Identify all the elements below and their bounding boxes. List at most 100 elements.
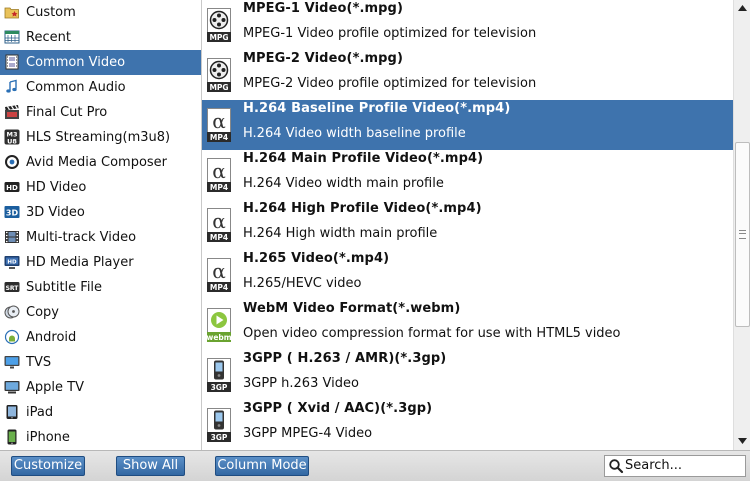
category-list: Custom Recent Common Video Common Audio Fina… — [0, 0, 202, 450]
category-item-custom[interactable]: Custom — [0, 0, 201, 25]
format-title: WebM Video Format(*.webm) — [243, 301, 461, 316]
scroll-down-arrow-icon[interactable] — [735, 434, 749, 448]
svg-text:α: α — [212, 259, 226, 283]
format-item-3gpp-h-263-amr-3gp[interactable]: 3GP 3GPP ( H.263 / AMR)(*.3gp) 3GPP h.263 … — [202, 350, 733, 400]
category-label: HD Media Player — [26, 255, 134, 270]
format-title: 3GPP ( H.263 / AMR)(*.3gp) — [243, 351, 447, 366]
scrollbar-grip-icon — [739, 230, 746, 239]
category-label: HLS Streaming(m3u8) — [26, 130, 171, 145]
svg-text:U8: U8 — [7, 137, 17, 145]
format-description: Open video compression format for use wi… — [243, 326, 621, 341]
category-item-recent[interactable]: Recent — [0, 25, 201, 50]
apple-tv-icon — [4, 379, 20, 395]
format-item-h-265-video-mp4[interactable]: α MP4 H.265 Video(*.mp4) H.265/HEVC video — [202, 250, 733, 300]
category-item-hls-streaming-m3u8[interactable]: M3 U8 HLS Streaming(m3u8) — [0, 125, 201, 150]
category-item-iphone[interactable]: iPhone — [0, 425, 201, 450]
category-item-tvs[interactable]: TVS — [0, 350, 201, 375]
category-item-common-video[interactable]: Common Video — [0, 50, 201, 75]
format-title: H.264 High Profile Video(*.mp4) — [243, 201, 482, 216]
scroll-up-arrow-icon[interactable] — [735, 1, 749, 15]
search-icon — [609, 459, 624, 474]
format-title: H.264 Main Profile Video(*.mp4) — [243, 151, 484, 166]
format-description: MPEG-2 Video profile optimized for telev… — [243, 76, 537, 91]
category-item-hd-video[interactable]: HD HD Video — [0, 175, 201, 200]
category-item-copy[interactable]: Copy — [0, 300, 201, 325]
format-item-h-264-high-profile-video-mp4[interactable]: α MP4 H.264 High Profile Video(*.mp4) H.264… — [202, 200, 733, 250]
m3u8-icon: M3 U8 — [4, 129, 20, 145]
format-description: 3GPP MPEG-4 Video — [243, 426, 373, 441]
svg-text:MPG: MPG — [209, 33, 228, 42]
category-item-apple-tv[interactable]: Apple TV — [0, 375, 201, 400]
iphone-icon — [4, 429, 20, 445]
format-description: H.264 High width main profile — [243, 226, 438, 241]
show-all-button[interactable]: Show All — [116, 456, 185, 476]
format-item-webm-video-format-webm[interactable]: webm WebM Video Format(*.webm) Open video … — [202, 300, 733, 350]
format-item-h-264-baseline-profile-video-mp4[interactable]: α MP4 H.264 Baseline Profile Video(*.mp4) H… — [202, 100, 733, 150]
svg-text:3GP: 3GP — [211, 383, 228, 392]
format-title: 3GPP ( Xvid / AAC)(*.3gp) — [243, 401, 433, 416]
category-label: Avid Media Composer — [26, 155, 168, 170]
svg-text:MPG: MPG — [209, 83, 228, 92]
category-label: Multi-track Video — [26, 230, 137, 245]
avid-icon — [4, 154, 20, 170]
column-mode-button[interactable]: Column Mode — [215, 456, 309, 476]
clapperboard-icon — [4, 104, 20, 120]
mp4-alpha-icon: α MP4 — [207, 258, 231, 292]
3gp-phone-icon: 3GP — [207, 358, 231, 392]
film-strip-icon — [4, 54, 20, 70]
format-title: MPEG-2 Video(*.mpg) — [243, 51, 404, 66]
format-item-3gpp-xvid-aac-3gp[interactable]: 3GP 3GPP ( Xvid / AAC)(*.3gp) 3GPP MPEG-4 … — [202, 400, 733, 450]
category-item-multi-track-video[interactable]: Multi-track Video — [0, 225, 201, 250]
hd-badge-icon: HD — [4, 179, 20, 195]
svg-text:webm: webm — [207, 333, 231, 342]
category-label: Common Audio — [26, 80, 126, 95]
format-description: 3GPP h.263 Video — [243, 376, 359, 391]
format-description: H.265/HEVC video — [243, 276, 362, 291]
category-item-common-audio[interactable]: Common Audio — [0, 75, 201, 100]
svg-text:α: α — [212, 159, 226, 183]
svg-text:α: α — [212, 209, 226, 233]
hd-player-icon: HD — [4, 254, 20, 270]
category-label: Recent — [26, 30, 71, 45]
category-item-hd-media-player[interactable]: HD HD Media Player — [0, 250, 201, 275]
tv-icon — [4, 354, 20, 370]
category-item-android[interactable]: Android — [0, 325, 201, 350]
category-item-final-cut-pro[interactable]: Final Cut Pro — [0, 100, 201, 125]
svg-text:MP4: MP4 — [210, 133, 228, 142]
category-item-3d-video[interactable]: 3D 3D Video — [0, 200, 201, 225]
svg-text:α: α — [212, 109, 226, 133]
category-label: Common Video — [26, 55, 126, 70]
category-label: HD Video — [26, 180, 87, 195]
search-box[interactable] — [604, 455, 746, 477]
format-title: H.264 Baseline Profile Video(*.mp4) — [243, 101, 511, 116]
category-label: TVS — [26, 355, 52, 370]
android-icon — [4, 329, 20, 345]
format-title: MPEG-1 Video(*.mpg) — [243, 1, 404, 16]
music-note-icon — [4, 79, 20, 95]
svg-text:3GP: 3GP — [211, 433, 228, 442]
format-item-h-264-main-profile-video-mp4[interactable]: α MP4 H.264 Main Profile Video(*.mp4) H.264… — [202, 150, 733, 200]
format-item-mpeg-1-video-mpg[interactable]: MPG MPEG-1 Video(*.mpg) MPEG-1 Video profi… — [202, 0, 733, 50]
ipad-icon — [4, 404, 20, 420]
category-item-subtitle-file[interactable]: SRT Subtitle File — [0, 275, 201, 300]
format-list-scrollbar[interactable] — [733, 0, 750, 450]
webm-play-icon: webm — [206, 308, 232, 342]
category-item-ipad[interactable]: iPad — [0, 400, 201, 425]
customize-button[interactable]: Customize — [11, 456, 85, 476]
format-item-mpeg-2-video-mpg[interactable]: MPG MPEG-2 Video(*.mpg) MPEG-2 Video profi… — [202, 50, 733, 100]
category-label: 3D Video — [26, 205, 85, 220]
svg-text:SRT: SRT — [6, 285, 20, 292]
3gp-phone-icon: 3GP — [207, 408, 231, 442]
category-item-avid-media-composer[interactable]: Avid Media Composer — [0, 150, 201, 175]
mp4-alpha-icon: α MP4 — [207, 158, 231, 192]
svg-text:HD: HD — [7, 259, 17, 265]
scrollbar-thumb[interactable] — [735, 142, 750, 327]
svg-text:MP4: MP4 — [210, 233, 228, 242]
format-description: MPEG-1 Video profile optimized for telev… — [243, 26, 537, 41]
search-input[interactable] — [625, 457, 741, 474]
category-label: Custom — [26, 5, 76, 20]
copy-disc-icon — [4, 304, 20, 320]
format-list: MPG MPEG-1 Video(*.mpg) MPEG-1 Video profi… — [202, 0, 733, 450]
mpg-reel-icon: MPG — [207, 8, 231, 42]
srt-icon: SRT — [4, 279, 20, 295]
